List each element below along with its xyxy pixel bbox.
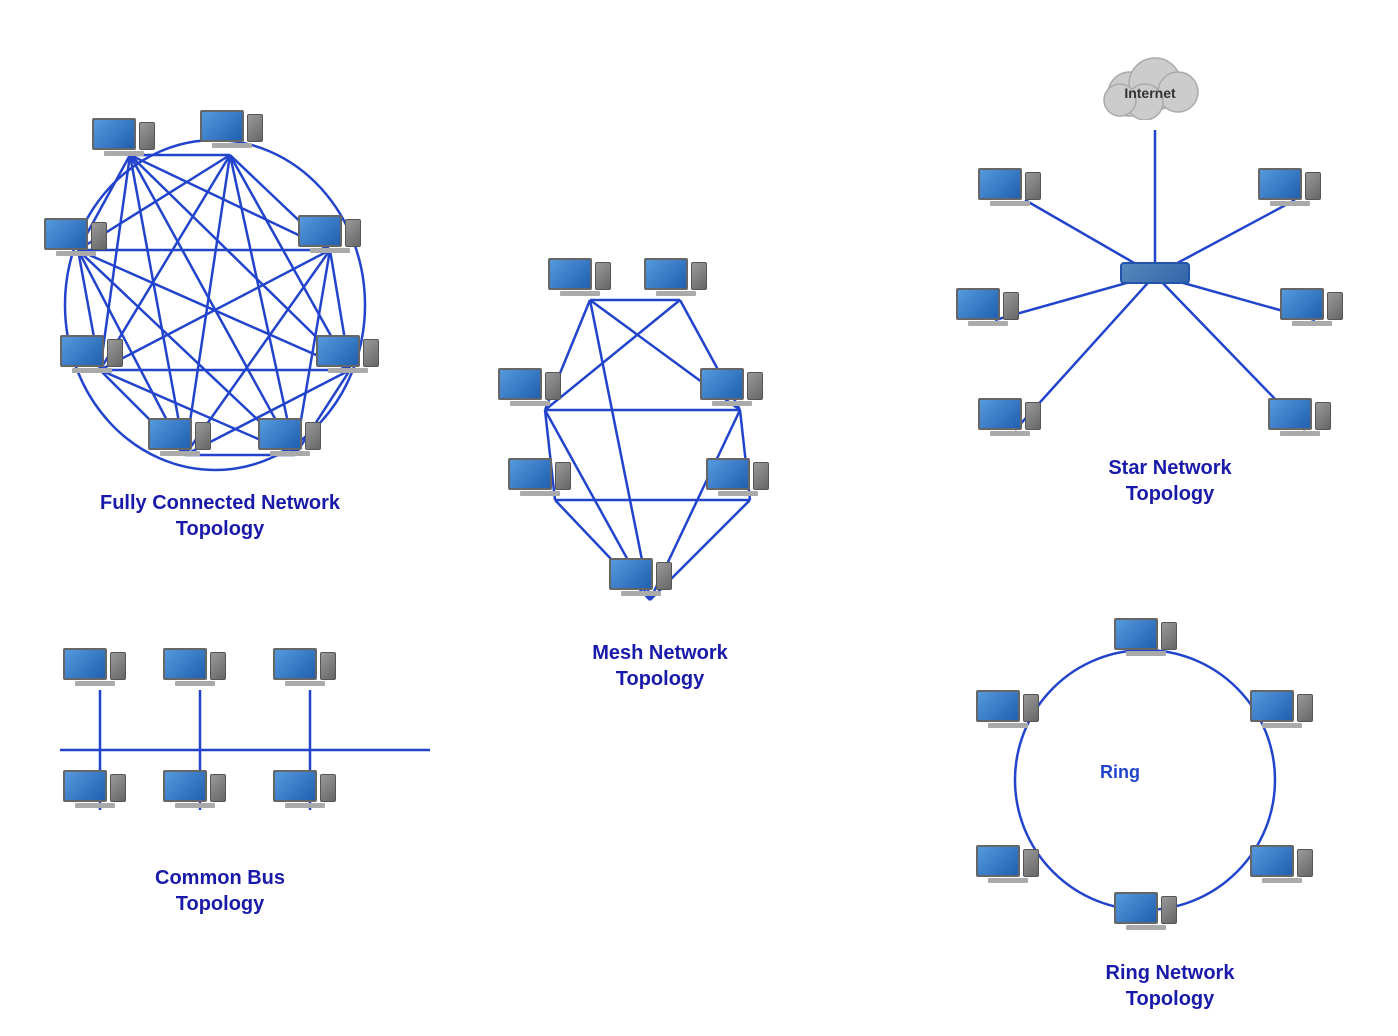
bus-computer-4 [63,770,126,808]
fc-computer-left [44,218,107,256]
fc-computer-bottom [148,418,211,456]
ring-computer-botright [1250,845,1313,883]
fc-computer-bottomright [258,418,321,456]
ring-computer-botleft [976,845,1039,883]
bus-computer-2 [163,648,226,686]
bus-computer-6 [273,770,336,808]
mesh-computer-7 [609,558,672,596]
ring-computer-topright [1250,690,1313,728]
star-switch [1120,262,1190,284]
star-computer-topleft [978,168,1041,206]
bus-computer-1 [63,648,126,686]
star-computer-botright [1268,398,1331,436]
bus-computer-5 [163,770,226,808]
mesh-computer-4 [700,368,763,406]
svg-text:Internet: Internet [1124,85,1176,101]
fully-connected-label: Fully Connected NetworkTopology [60,490,380,542]
bus-computer-3 [273,648,336,686]
fc-computer-topleft [92,118,155,156]
mesh-label: Mesh NetworkTopology [550,640,770,692]
fc-computer-bottomleft [60,335,123,373]
ring-computer-top [1114,618,1177,656]
ring-computer-topleft [976,690,1039,728]
ring-inner-label: Ring [1100,762,1140,783]
mesh-computer-6 [706,458,769,496]
fc-computer-topright [298,215,361,253]
internet-cloud: Internet [1090,42,1210,120]
fc-computer-top [200,110,263,148]
star-computer-botleft [978,398,1041,436]
mesh-computer-5 [508,458,571,496]
star-label: Star NetworkTopology [1060,455,1280,507]
star-computer-topright [1258,168,1321,206]
mesh-computer-1 [548,258,611,296]
star-computer-midright [1280,288,1343,326]
fc-computer-right [316,335,379,373]
mesh-computer-3 [498,368,561,406]
common-bus-label: Common BusTopology [60,865,380,917]
ring-computer-bottom [1114,892,1177,930]
ring-label: Ring NetworkTopology [1060,960,1280,1012]
mesh-computer-2 [644,258,707,296]
star-computer-midleft [956,288,1019,326]
